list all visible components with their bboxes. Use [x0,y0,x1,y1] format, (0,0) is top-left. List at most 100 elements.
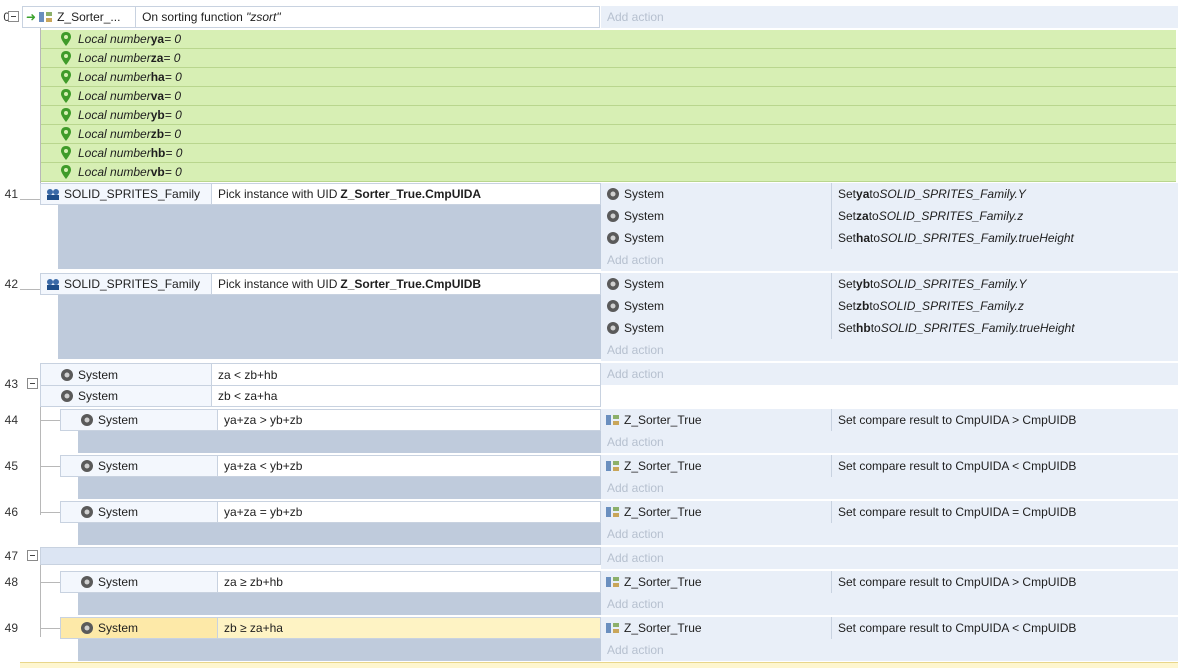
function-object-name: Z_Sorter_... [57,10,121,24]
action-row[interactable]: Z_Sorter_True Set compare result to CmpUI… [601,409,1178,431]
action-object: Z_Sorter_True [605,455,702,477]
add-action-link[interactable]: Add action [607,477,664,499]
sorter-object-icon [606,577,619,587]
sub-event-condition[interactable]: ya+za > yb+zb [218,409,601,431]
sub-event-gap [78,431,601,453]
gear-icon [61,390,73,402]
action-description: Set compare result to CmpUIDA < CmpUIDB [831,617,1076,639]
sorter-object-icon [606,415,619,425]
add-action-link[interactable]: Add action [607,639,664,661]
action-row[interactable]: System Set zb to SOLID_SPRITES_Family.z [601,295,1178,317]
add-action-link[interactable]: Add action [607,593,664,615]
local-variable-row[interactable]: Local number ha = 0 [40,68,1176,87]
sub-event-condition[interactable]: za ≥ zb+hb [218,571,601,593]
event-number: 47 [4,549,18,563]
local-variable-row[interactable]: Local number va = 0 [40,87,1176,106]
action-object: System [605,317,664,339]
action-row[interactable]: Z_Sorter_True Set compare result to CmpUI… [601,571,1178,593]
gear-icon [607,278,619,290]
event-47-condition-block[interactable] [40,547,601,565]
local-variable-row[interactable]: Local number ya = 0 [40,30,1176,49]
action-row[interactable]: Z_Sorter_True Set compare result to CmpUI… [601,617,1178,639]
sub-event-object[interactable]: System [60,617,218,639]
action-description: Set compare result to CmpUIDA = CmpUIDB [831,501,1076,523]
sub-event-condition[interactable]: zb ≥ za+ha [218,617,601,639]
event-43-actions: Add action [601,363,1178,385]
event-42-object[interactable]: SOLID_SPRITES_Family [40,273,212,295]
event-number: 44 [4,413,18,427]
gear-icon [607,322,619,334]
selection-strip [20,662,1178,668]
add-action-link[interactable]: Add action [607,431,664,453]
function-row[interactable]: 0 ➜ Z_Sorter_... On sorting function "zs… [0,6,1178,28]
event-number: 46 [4,505,18,519]
add-action-row: Add action [601,593,1178,615]
event-41-object[interactable]: SOLID_SPRITES_Family [40,183,212,205]
sub-event-object[interactable]: System [60,409,218,431]
collapse-toggle[interactable] [8,11,19,22]
action-description: Set hb to SOLID_SPRITES_Family.trueHeigh… [831,317,1075,339]
family-icon [47,279,59,290]
action-object: Z_Sorter_True [605,571,702,593]
action-row[interactable]: System Set hb to SOLID_SPRITES_Family.tru… [601,317,1178,339]
local-variable-pin-icon [61,32,71,46]
sub-event-condition[interactable]: ya+za = yb+zb [218,501,601,523]
local-variable-row[interactable]: Local number zb = 0 [40,125,1176,144]
collapse-toggle[interactable] [27,550,38,561]
gear-icon [61,368,73,381]
sub-event-object[interactable]: System [60,571,218,593]
family-icon [47,189,59,200]
sub-event-condition[interactable]: ya+za < yb+zb [218,455,601,477]
local-variable-row[interactable]: Local number yb = 0 [40,106,1176,125]
event-43-cond-1[interactable]: za < zb+hb [212,363,601,385]
local-variable-row[interactable]: Local number vb = 0 [40,163,1176,182]
sub-event-gap [78,639,601,661]
action-row[interactable]: System Set ya to SOLID_SPRITES_Family.Y [601,183,1178,205]
sorter-object-icon [606,623,619,633]
add-action-link[interactable]: Add action [607,6,664,28]
event-43-cond-1-object[interactable]: System [40,363,212,385]
trigger-arrow-icon: ➜ [26,10,37,24]
add-action-link[interactable]: Add action [607,547,664,569]
sorter-object-icon [606,507,619,517]
local-variable-pin-icon [61,165,71,179]
action-object: System [605,295,664,317]
action-row[interactable]: Z_Sorter_True Set compare result to CmpUI… [601,501,1178,523]
event-42-condition[interactable]: Pick instance with UID Z_Sorter_True.Cmp… [212,273,601,295]
sub-event-object[interactable]: System [60,501,218,523]
add-action-link[interactable]: Add action [607,249,664,271]
function-object-icon [39,12,53,22]
action-object: System [605,273,664,295]
action-description: Set compare result to CmpUIDA > CmpUIDB [831,571,1076,593]
local-variable-pin-icon [61,108,71,122]
add-action-link[interactable]: Add action [607,363,664,385]
sub-event-gap [78,523,601,545]
gear-icon [81,506,93,518]
action-row[interactable]: System Set ha to SOLID_SPRITES_Family.tru… [601,227,1178,249]
action-row[interactable]: System Set yb to SOLID_SPRITES_Family.Y [601,273,1178,295]
local-variable-row[interactable]: Local number za = 0 [40,49,1176,68]
event-43-cond-2-object[interactable]: System [40,385,212,407]
gear-icon [81,576,93,588]
event-42-gap [58,295,601,359]
action-row[interactable]: System Set za to SOLID_SPRITES_Family.z [601,205,1178,227]
local-variable-pin-icon [61,127,71,141]
add-action-row: Add action [601,477,1178,499]
collapse-toggle[interactable] [27,378,38,389]
gear-icon [81,460,93,472]
add-action-link[interactable]: Add action [607,523,664,545]
gear-icon [607,232,619,244]
sub-event-gap [78,477,601,499]
event-43-cond-2[interactable]: zb < za+ha [212,385,601,407]
action-description: Set ya to SOLID_SPRITES_Family.Y [831,183,1026,205]
add-action-row: Add action [601,431,1178,453]
event-41-condition[interactable]: Pick instance with UID Z_Sorter_True.Cmp… [212,183,601,205]
event-number: 42 [4,277,18,291]
local-variable-row[interactable]: Local number hb = 0 [40,144,1176,163]
action-object: Z_Sorter_True [605,617,702,639]
sub-event-object[interactable]: System [60,455,218,477]
function-header[interactable]: ➜ Z_Sorter_... On sorting function "zsor… [22,6,600,28]
action-row[interactable]: Z_Sorter_True Set compare result to CmpUI… [601,455,1178,477]
add-action-link[interactable]: Add action [607,339,664,361]
action-description: Set za to SOLID_SPRITES_Family.z [831,205,1023,227]
